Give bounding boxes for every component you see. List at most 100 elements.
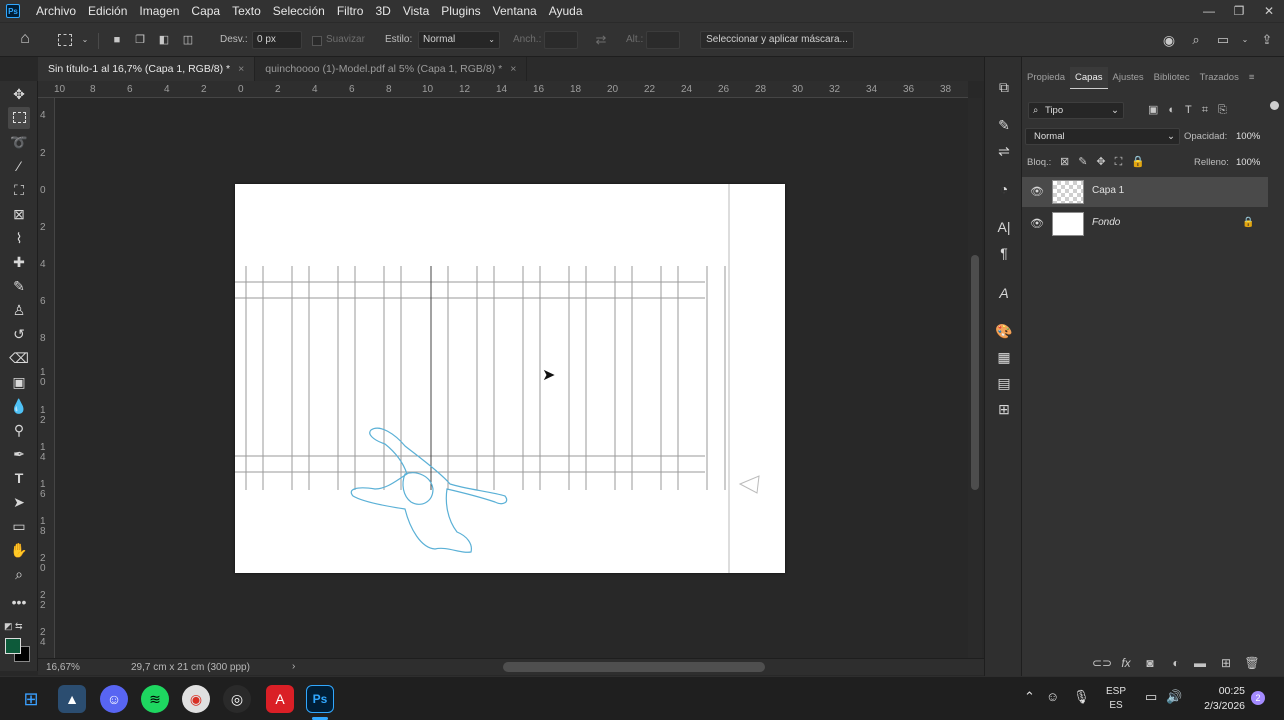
menu-seleccion[interactable]: Selección — [267, 0, 331, 22]
minimize-button[interactable]: — — [1194, 0, 1224, 22]
menu-ayuda[interactable]: Ayuda — [543, 0, 589, 22]
dodge-tool-icon[interactable]: ⚲ — [8, 419, 30, 441]
notification-badge[interactable]: 2 — [1251, 691, 1265, 705]
chrome-app-icon[interactable]: ◉ — [182, 685, 210, 713]
intersect-selection-icon[interactable]: ◫ — [181, 33, 195, 47]
menu-filtro[interactable]: Filtro — [331, 0, 370, 22]
adjustment-layer-icon[interactable]: ◐ — [1168, 655, 1184, 671]
subtract-selection-icon[interactable]: ◧ — [157, 33, 171, 47]
layer-row-fondo[interactable]: 👁 Fondo 🔒 — [1022, 209, 1268, 239]
type-tool-icon[interactable]: T — [8, 467, 30, 489]
frame-tool-icon[interactable]: ⊠ — [8, 203, 30, 225]
close-button[interactable]: ✕ — [1254, 0, 1284, 22]
document-canvas[interactable] — [235, 184, 785, 573]
menu-imagen[interactable]: Imagen — [133, 0, 185, 22]
workspace-icon[interactable]: ▭ — [1216, 33, 1230, 47]
discord-app-icon[interactable]: ☺ — [100, 685, 128, 713]
filter-toggle[interactable] — [1270, 101, 1279, 110]
clock[interactable]: 00:25 2/3/2026 — [1197, 684, 1245, 714]
search-icon[interactable]: ⌕ — [1189, 33, 1203, 47]
move-tool-icon[interactable]: ✥ — [8, 83, 30, 105]
rect-marquee-preset-icon[interactable] — [58, 34, 72, 46]
paragraph-panel-icon[interactable]: ¶ — [994, 243, 1014, 263]
swatches-icon[interactable]: ▦ — [994, 347, 1014, 367]
vertical-scroll-thumb[interactable] — [971, 255, 979, 490]
healing-brush-tool-icon[interactable]: ✚ — [8, 251, 30, 273]
add-mask-icon[interactable]: ◙ — [1142, 655, 1158, 671]
hand-tool-icon[interactable]: ✋ — [8, 539, 30, 561]
history-brush-tool-icon[interactable]: ↺ — [8, 323, 30, 345]
home-icon[interactable]: ⌂ — [18, 31, 32, 47]
zoom-level[interactable]: 16,67% — [46, 662, 80, 673]
new-selection-icon[interactable]: ■ — [110, 33, 124, 47]
patterns-icon[interactable]: ⊞ — [994, 399, 1014, 419]
actions-icon[interactable]: ◔ — [994, 179, 1014, 199]
color-palette-icon[interactable]: 🎨 — [994, 321, 1014, 341]
tab-propiedades[interactable]: Propieda — [1022, 67, 1070, 89]
adjustments-icon[interactable]: ⇌ — [994, 141, 1014, 161]
chevron-down-icon[interactable]: ⌄ — [1238, 33, 1252, 47]
blur-tool-icon[interactable]: 💧 — [8, 395, 30, 417]
menu-vista[interactable]: Vista — [397, 0, 435, 22]
select-and-mask-button[interactable]: Seleccionar y aplicar máscara... — [700, 31, 854, 49]
chevron-down-icon[interactable]: ⌄ — [78, 33, 92, 47]
tab-trazados[interactable]: Trazados — [1195, 67, 1244, 89]
obs-app-icon[interactable]: ◎ — [223, 685, 251, 713]
close-icon[interactable]: × — [510, 63, 516, 75]
feather-input[interactable]: 0 px — [252, 31, 302, 49]
discord-tray-icon[interactable]: ☺ — [1046, 689, 1059, 704]
antialias-checkbox[interactable] — [312, 36, 322, 46]
menu-3d[interactable]: 3D — [369, 0, 396, 22]
gradients-icon[interactable]: ▤ — [994, 373, 1014, 393]
menu-texto[interactable]: Texto — [226, 0, 267, 22]
height-input[interactable] — [646, 31, 680, 49]
share-icon[interactable]: ◉ — [1162, 33, 1176, 47]
layer-row-capa-1[interactable]: 👁 Capa 1 — [1022, 177, 1268, 207]
close-icon[interactable]: × — [238, 63, 244, 75]
photoshop-taskbar-icon[interactable]: Ps — [306, 685, 334, 713]
layer-filter-icons[interactable]: ▣◐T⌗⎘ — [1148, 103, 1237, 117]
brush-tool-icon[interactable]: ✎ — [8, 275, 30, 297]
menu-archivo[interactable]: Archivo — [30, 0, 82, 22]
network-icon[interactable]: ▭ — [1145, 689, 1157, 705]
new-group-icon[interactable]: ▬ — [1192, 655, 1208, 671]
layer-filter-select[interactable]: ⌕ Tipo ⌄ — [1028, 102, 1124, 119]
add-selection-icon[interactable]: ❐ — [133, 33, 147, 47]
tab-bibliotecas[interactable]: Bibliotec — [1149, 67, 1195, 89]
zoom-tool-icon[interactable]: ⌕ — [8, 563, 30, 585]
rectangle-tool-icon[interactable]: ▭ — [8, 515, 30, 537]
language-indicator[interactable]: ESP ES — [1106, 685, 1126, 713]
restore-button[interactable]: ❐ — [1224, 0, 1254, 22]
rect-marquee-tool-icon[interactable] — [8, 107, 30, 129]
eraser-tool-icon[interactable]: ⌫ — [8, 347, 30, 369]
menu-plugins[interactable]: Plugins — [435, 0, 486, 22]
menu-ventana[interactable]: Ventana — [487, 0, 543, 22]
menu-edicion[interactable]: Edición — [82, 0, 133, 22]
delete-layer-icon[interactable]: 🗑 — [1244, 655, 1260, 671]
default-colors-icon[interactable]: ◩ ⇆ — [4, 621, 23, 632]
link-layers-icon[interactable]: ⊂⊃ — [1092, 655, 1112, 671]
more-tools-icon[interactable]: ••• — [8, 591, 30, 613]
pen-tool-icon[interactable]: ✒ — [8, 443, 30, 465]
foreground-color-swatch[interactable] — [5, 638, 21, 654]
status-menu-arrow-icon[interactable]: › — [292, 661, 295, 672]
character-panel-icon[interactable]: A| — [994, 217, 1014, 237]
microphone-icon[interactable]: 🎙 — [1073, 689, 1090, 705]
swap-icon[interactable]: ⇄ — [594, 33, 608, 47]
new-layer-icon[interactable]: ⊞ — [1218, 655, 1234, 671]
menu-capa[interactable]: Capa — [185, 0, 226, 22]
brush-settings-icon[interactable]: ✎ — [994, 115, 1014, 135]
tab-ajustes[interactable]: Ajustes — [1108, 67, 1149, 89]
fill-value[interactable]: 100% — [1236, 157, 1260, 168]
windows-start-icon[interactable]: ⊞ — [17, 685, 45, 713]
lock-icons[interactable]: ⊠✎✥⛶🔒 — [1060, 155, 1154, 169]
object-selection-tool-icon[interactable]: ⁄ — [8, 155, 30, 177]
tab-capas[interactable]: Capas — [1070, 67, 1108, 89]
lasso-tool-icon[interactable]: ➰ — [8, 131, 30, 153]
crop-tool-icon[interactable]: ⛶ — [8, 179, 30, 201]
panel-menu-icon[interactable]: ≡ — [1244, 67, 1260, 89]
volume-icon[interactable]: 🔊 — [1166, 689, 1182, 705]
glyphs-panel-icon[interactable]: A — [994, 283, 1014, 303]
adobe-cc-app-icon[interactable]: A — [266, 685, 294, 713]
eyedropper-tool-icon[interactable]: ⌇ — [8, 227, 30, 249]
